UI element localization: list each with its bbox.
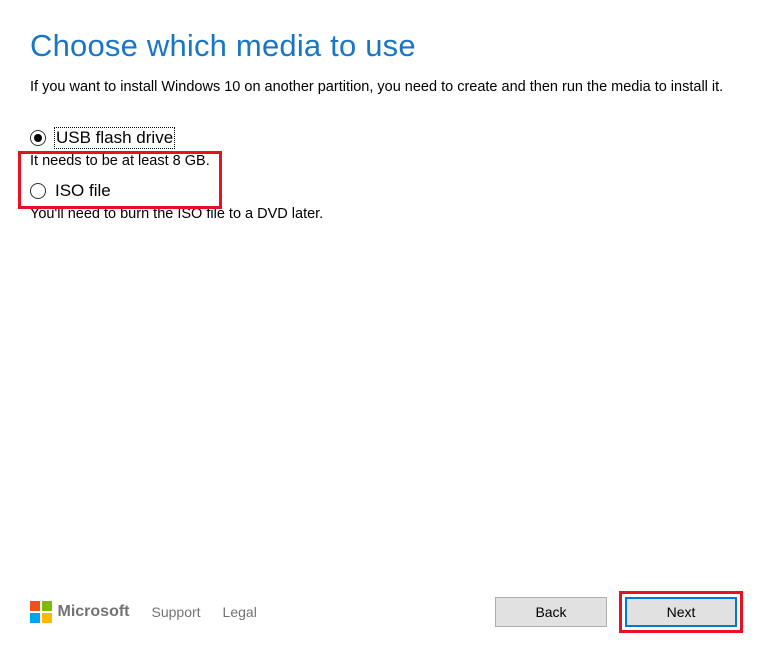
radio-usb-icon[interactable] [30,130,46,146]
next-button[interactable]: Next [625,597,737,627]
option-usb[interactable]: USB flash drive It needs to be at least … [30,128,743,169]
legal-link[interactable]: Legal [223,604,257,620]
microsoft-logo: Microsoft [30,601,130,623]
highlight-annotation-next: Next [619,591,743,633]
option-iso-label: ISO file [55,181,111,201]
media-options: USB flash drive It needs to be at least … [30,128,743,223]
microsoft-logo-icon [30,601,52,623]
option-iso[interactable]: ISO file You'll need to burn the ISO fil… [30,181,743,222]
support-link[interactable]: Support [152,604,201,620]
option-iso-sub: You'll need to burn the ISO file to a DV… [30,206,743,222]
back-button[interactable]: Back [495,597,607,627]
option-usb-sub: It needs to be at least 8 GB. [30,153,743,169]
microsoft-logo-text: Microsoft [58,603,130,621]
option-usb-label: USB flash drive [55,128,174,148]
page-title: Choose which media to use [30,28,743,64]
footer: Microsoft Support Legal Back Next [0,591,773,633]
radio-iso-icon[interactable] [30,183,46,199]
page-description: If you want to install Windows 10 on ano… [30,78,743,98]
